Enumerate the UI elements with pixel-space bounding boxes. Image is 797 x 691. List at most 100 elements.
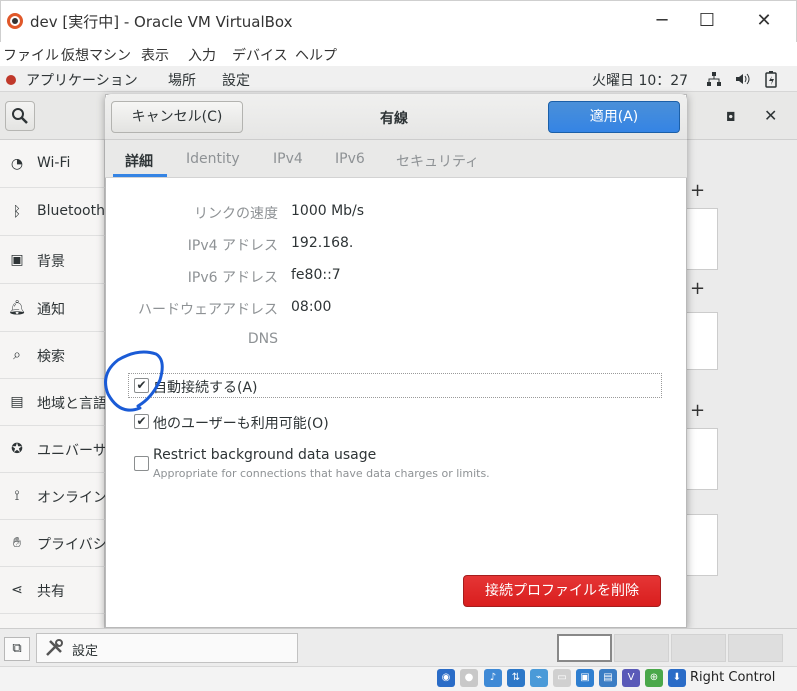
sidebar-item-wifi[interactable]: ◔ Wi-Fi <box>0 141 105 188</box>
sidebar-item-label: ユニバーサル <box>37 443 105 459</box>
sidebar-item-label: 地域と言語 <box>37 396 105 412</box>
ipv4-address-label: IPv4 アドレス <box>187 238 278 254</box>
sidebar-item-label: オンライン <box>37 490 105 506</box>
cpu-icon[interactable]: V <box>622 669 640 687</box>
minimize-button[interactable]: ─ <box>640 6 684 36</box>
tab-identity[interactable]: Identity <box>186 151 240 167</box>
sidebar-item-label: 検索 <box>37 349 65 365</box>
sidebar-item-search[interactable]: ⌕ 検索 <box>0 332 105 379</box>
sidebar-item-notifications[interactable]: 🔔︎ 通知 <box>0 285 105 332</box>
all-users-label[interactable]: 他のユーザーも利用可能(O) <box>153 413 329 433</box>
background-icon: ▣ <box>10 252 24 268</box>
menu-input[interactable]: 入力 <box>188 45 216 65</box>
battery-icon[interactable] <box>764 70 778 88</box>
sidebar-item-label: 共有 <box>37 584 65 600</box>
workspace-1[interactable] <box>557 634 612 662</box>
audio-icon[interactable]: ♪ <box>484 669 502 687</box>
bluetooth-icon: ᛒ <box>12 204 22 220</box>
optical-drive-icon[interactable]: ● <box>460 669 478 687</box>
window-title: dev [実行中] - Oracle VM VirtualBox <box>30 13 293 31</box>
video-capture-icon[interactable]: ▤ <box>599 669 617 687</box>
sidebar-item-accessibility[interactable]: ✪ ユニバーサル <box>0 426 105 473</box>
usb-icon[interactable]: ⌁ <box>530 669 548 687</box>
applications-menu[interactable]: アプリケーション <box>26 70 138 90</box>
accessibility-icon: ✪ <box>11 441 23 457</box>
shared-folder-icon[interactable]: ▭ <box>553 669 571 687</box>
settings-tools-icon <box>46 639 63 656</box>
link-speed-value: 1000 Mb/s <box>291 203 365 219</box>
sidebar-item-sharing[interactable]: ⋖ 共有 <box>0 567 105 614</box>
sidebar-item-online-accounts[interactable]: ⟟ オンライン <box>0 473 105 520</box>
sidebar-search-button[interactable] <box>5 101 35 131</box>
add-icon[interactable]: + <box>690 180 705 201</box>
link-speed-label: リンクの速度 <box>194 206 278 222</box>
mouse-integration-icon[interactable]: ⊕ <box>645 669 663 687</box>
clock[interactable]: 火曜日 10：27 <box>592 70 688 90</box>
tab-security[interactable]: セキュリティ <box>396 151 479 171</box>
restrict-background-label[interactable]: Restrict background data usage <box>153 447 376 463</box>
keyboard-capture-icon[interactable]: ⬇ <box>668 669 686 687</box>
network-icon[interactable] <box>706 71 722 87</box>
workspace-3[interactable] <box>671 634 726 662</box>
settings-header <box>686 92 797 140</box>
hardware-address-label: ハードウェアアドレス <box>138 302 278 318</box>
settings-app-menu[interactable]: 設定 <box>222 70 250 90</box>
volume-icon[interactable] <box>734 71 750 87</box>
display-icon[interactable]: ▣ <box>576 669 594 687</box>
online-accounts-icon: ⟟ <box>14 488 20 504</box>
network-panel-card <box>686 312 718 370</box>
restrict-background-description: Appropriate for connections that have da… <box>153 467 490 480</box>
network-panel-card <box>686 208 718 270</box>
network-panel-card <box>686 428 718 490</box>
add-icon[interactable]: + <box>690 278 705 299</box>
dialog-title: 有線 <box>380 111 408 127</box>
sidebar-item-privacy[interactable]: ✋︎ プライバシー <box>0 520 105 567</box>
host-key-label: Right Control <box>690 670 776 685</box>
menu-file[interactable]: ファイル <box>3 45 59 65</box>
delete-connection-profile-button[interactable]: 接続プロファイルを削除 <box>463 575 661 607</box>
network-panel-card <box>686 514 718 576</box>
add-icon[interactable]: + <box>690 400 705 421</box>
menu-help[interactable]: ヘルプ <box>295 45 337 65</box>
workspace-4[interactable] <box>728 634 783 662</box>
maximize-button[interactable]: ☐ <box>685 6 729 36</box>
show-windows-icon[interactable]: ⧉ <box>4 637 30 661</box>
wifi-icon: ◔ <box>10 156 24 172</box>
maximize-settings-icon[interactable]: ◘ <box>726 110 736 124</box>
foot-icon <box>6 75 16 85</box>
places-menu[interactable]: 場所 <box>168 70 196 90</box>
dns-label: DNS <box>247 331 278 347</box>
sidebar-item-background[interactable]: ▣ 背景 <box>0 237 105 284</box>
tab-details[interactable]: 詳細 <box>125 151 153 171</box>
sidebar-item-label: 背景 <box>37 254 65 270</box>
hardware-address-value: 08:00 <box>291 299 332 315</box>
cancel-button[interactable]: キャンセル(C) <box>111 101 243 133</box>
search-icon: ⌕ <box>13 347 21 363</box>
annotation-circle <box>104 350 164 412</box>
tab-ipv6[interactable]: IPv6 <box>335 151 365 167</box>
ipv6-address-value: fe80::7 <box>291 267 341 283</box>
sidebar-item-label: プライバシー <box>37 537 105 553</box>
tab-ipv4[interactable]: IPv4 <box>273 151 303 167</box>
sidebar-item-label: 通知 <box>37 302 65 318</box>
share-icon: ⋖ <box>11 582 23 598</box>
menu-devices[interactable]: デバイス <box>232 45 288 65</box>
all-users-checkbox[interactable]: ✔ <box>134 414 149 429</box>
sidebar-item-bluetooth[interactable]: ᛒ Bluetooth <box>0 189 105 236</box>
menu-machine[interactable]: 仮想マシン <box>61 45 131 65</box>
close-settings-icon[interactable]: ✕ <box>764 106 777 125</box>
workspace-2[interactable] <box>614 634 669 662</box>
notification-icon: 🔔︎ <box>8 300 26 316</box>
privacy-icon: ✋︎ <box>13 535 21 551</box>
search-icon <box>12 108 28 124</box>
hard-disk-icon[interactable]: ◉ <box>437 669 455 687</box>
sidebar-item-region[interactable]: ▤ 地域と言語 <box>0 379 105 426</box>
restrict-background-checkbox[interactable] <box>134 456 149 471</box>
ipv4-address-value: 192.168. <box>291 235 354 251</box>
active-tab-indicator <box>113 174 167 177</box>
menu-view[interactable]: 表示 <box>141 45 169 65</box>
close-window-button[interactable]: ✕ <box>742 6 786 36</box>
ipv6-address-label: IPv6 アドレス <box>187 270 278 286</box>
network-adapter-icon[interactable]: ⇅ <box>507 669 525 687</box>
apply-button[interactable]: 適用(A) <box>548 101 680 133</box>
